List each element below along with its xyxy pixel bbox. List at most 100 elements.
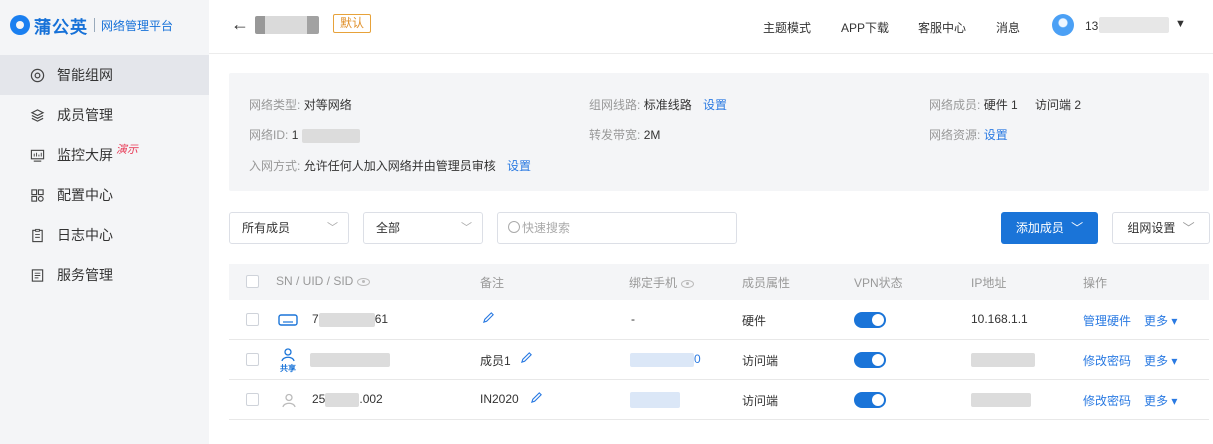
sidebar-item-label: 配置中心	[57, 187, 113, 203]
eye-icon[interactable]	[681, 279, 695, 288]
network-info-panel: 网络类型: 对等网络 组网线路: 标准线路 设置 网络成员: 硬件 1 访问端 …	[229, 73, 1209, 191]
sidebar-item-monitor[interactable]: 监控大屏 演示	[0, 135, 209, 175]
vpn-toggle[interactable]	[854, 312, 886, 328]
ip-address: 10.168.1.1	[971, 312, 1028, 326]
change-password-link[interactable]: 修改密码	[1083, 352, 1131, 369]
sidebar-nav: 智能组网 成员管理 监控大屏 演示 配置中心 日志中心 服务管理	[0, 55, 209, 295]
bound-phone	[630, 392, 680, 408]
user-account[interactable]: 13	[1085, 19, 1098, 33]
chevron-down-icon: ﹀	[1182, 221, 1195, 235]
ip-address	[971, 392, 1031, 407]
search-input[interactable]	[522, 213, 722, 243]
network-settings-button[interactable]: 组网设置 ﹀	[1112, 212, 1210, 244]
brand-logo[interactable]: 蒲公英 网络管理平台	[10, 12, 173, 38]
member-id: 7 61	[312, 312, 389, 327]
sidebar-item-logs[interactable]: 日志中心	[0, 215, 209, 255]
network-resources: 网络资源: 设置	[929, 128, 1008, 142]
column-header-actions: 操作	[1083, 276, 1108, 290]
ip-address	[971, 352, 1035, 367]
sidebar-item-services[interactable]: 服务管理	[0, 255, 209, 295]
column-header-note: 备注	[480, 276, 505, 290]
column-header-id: SN / UID / SID	[276, 274, 371, 288]
app-download-link[interactable]: APP下载	[841, 19, 889, 36]
edit-note-icon[interactable]	[520, 351, 533, 367]
layers-icon	[29, 107, 45, 123]
member-filter-select[interactable]: 所有成员 ﹀	[229, 212, 349, 244]
table-row: 25.002 IN2020 访问端 修改密码 更多 ▾	[229, 380, 1209, 420]
demo-badge: 演示	[116, 144, 138, 156]
row-checkbox[interactable]	[246, 353, 259, 366]
network-line: 组网线路: 标准线路 设置	[589, 98, 728, 112]
network-id: 网络ID: 1	[249, 126, 360, 143]
sidebar: 蒲公英 网络管理平台 智能组网 成员管理 监控大屏 演示 配置中心 日志中心 服…	[0, 0, 209, 444]
sidebar-item-label: 服务管理	[57, 267, 113, 283]
line-settings-link[interactable]: 设置	[703, 98, 727, 112]
row-checkbox[interactable]	[246, 393, 259, 406]
chevron-down-icon: ﹀	[461, 222, 472, 234]
search-icon	[508, 221, 520, 233]
avatar[interactable]	[1052, 14, 1074, 36]
column-header-type: 成员属性	[742, 276, 791, 290]
target-icon	[29, 67, 45, 83]
sidebar-item-label: 监控大屏	[57, 147, 113, 163]
network-type: 网络类型: 对等网络	[249, 98, 352, 112]
resources-settings-link[interactable]: 设置	[984, 128, 1008, 142]
grid-icon	[29, 187, 45, 203]
brand-name: 蒲公英	[34, 17, 88, 37]
change-password-link[interactable]: 修改密码	[1083, 392, 1131, 409]
add-member-button[interactable]: 添加成员 ﹀	[1001, 212, 1098, 244]
member-id: 25.002	[312, 392, 383, 407]
edit-note-icon[interactable]	[482, 311, 495, 327]
list-icon	[29, 267, 45, 283]
join-method: 入网方式: 允许任何人加入网络并由管理员审核 设置	[249, 159, 532, 173]
brand-subtitle: 网络管理平台	[101, 18, 174, 33]
network-id-redacted	[301, 128, 360, 143]
sidebar-item-smart-network[interactable]: 智能组网	[0, 55, 209, 95]
hardware-device-icon	[278, 312, 298, 331]
forward-bandwidth: 转发带宽: 2M	[589, 128, 661, 142]
table-row: 7 61 - 硬件 10.168.1.1 管理硬件 更多 ▾	[229, 300, 1209, 340]
shared-label: 共享	[280, 364, 296, 373]
member-type: 访问端	[742, 354, 779, 368]
top-header: ← 默认 主题模式 APP下载 客服中心 消息 13 ▼	[209, 0, 1213, 54]
member-note: IN2020	[480, 392, 519, 406]
manage-hardware-link[interactable]: 管理硬件	[1083, 312, 1131, 329]
monitor-icon	[29, 147, 45, 163]
bound-phone: -	[631, 312, 635, 326]
join-settings-link[interactable]: 设置	[507, 159, 531, 173]
edit-note-icon[interactable]	[530, 391, 543, 407]
chevron-down-icon[interactable]: ▼	[1175, 18, 1186, 30]
network-members: 网络成员: 硬件 1 访问端 2	[929, 98, 1082, 112]
more-actions-dropdown[interactable]: 更多 ▾	[1144, 392, 1177, 409]
more-actions-dropdown[interactable]: 更多 ▾	[1144, 352, 1177, 369]
sidebar-item-label: 成员管理	[57, 107, 113, 123]
back-arrow-icon[interactable]: ←	[231, 14, 249, 35]
chevron-down-icon: ﹀	[327, 222, 338, 234]
vpn-toggle[interactable]	[854, 392, 886, 408]
member-type: 硬件	[742, 314, 767, 328]
eye-icon[interactable]	[357, 277, 371, 286]
sidebar-item-members[interactable]: 成员管理	[0, 95, 209, 135]
select-all-checkbox[interactable]	[246, 275, 259, 288]
sidebar-item-config[interactable]: 配置中心	[0, 175, 209, 215]
member-type: 访问端	[742, 394, 779, 408]
theme-mode-link[interactable]: 主题模式	[763, 19, 811, 36]
table-header: SN / UID / SID 备注 绑定手机 成员属性 VPN状态 IP地址 操…	[229, 264, 1209, 300]
bound-phone: 0	[630, 352, 701, 367]
member-id	[310, 352, 390, 367]
messages-link[interactable]: 消息	[996, 19, 1020, 36]
customer-service-link[interactable]: 客服中心	[918, 19, 966, 36]
search-box	[497, 212, 737, 244]
user-account-redacted	[1099, 17, 1169, 33]
vpn-toggle[interactable]	[854, 352, 886, 368]
table-row: 共享 成员1 0 访问端 修改密码 更多 ▾	[229, 340, 1209, 380]
brand-divider	[94, 18, 95, 32]
user-icon	[281, 393, 297, 411]
status-filter-select[interactable]: 全部 ﹀	[363, 212, 483, 244]
default-tag: 默认	[333, 14, 372, 33]
column-header-vpn: VPN状态	[854, 276, 903, 290]
more-actions-dropdown[interactable]: 更多 ▾	[1144, 312, 1177, 329]
row-checkbox[interactable]	[246, 313, 259, 326]
sidebar-item-label: 智能组网	[57, 67, 113, 83]
network-name-redacted	[255, 16, 319, 34]
